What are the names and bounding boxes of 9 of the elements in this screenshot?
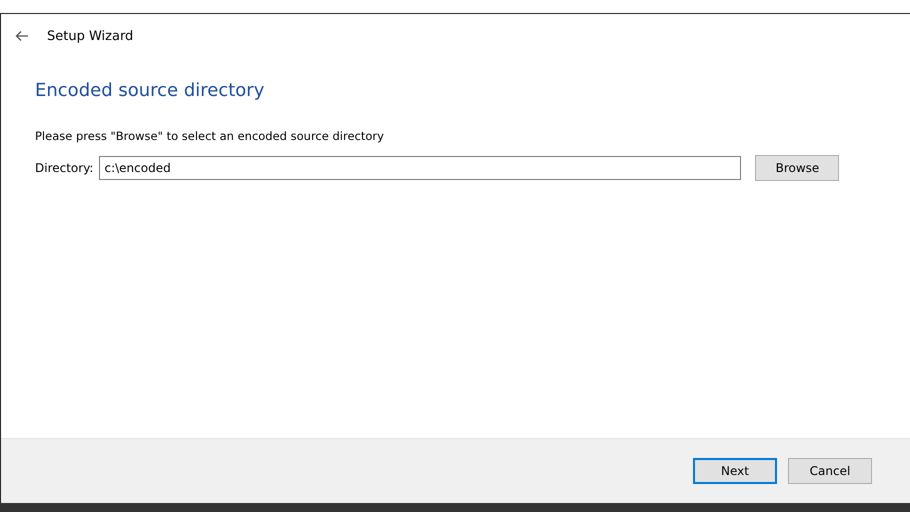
- back-arrow-icon[interactable]: [15, 30, 29, 42]
- instruction-text: Please press "Browse" to select an encoded source directory: [35, 129, 384, 143]
- page-heading: Encoded source directory: [35, 80, 266, 101]
- directory-field[interactable]: c:\encoded: [99, 156, 742, 180]
- cancel-button[interactable]: Cancel: [788, 458, 872, 484]
- browse-button[interactable]: Browse: [755, 155, 840, 181]
- next-button[interactable]: Next: [693, 458, 777, 484]
- window-title: Setup Wizard: [47, 28, 134, 44]
- directory-label: Directory:: [35, 161, 94, 175]
